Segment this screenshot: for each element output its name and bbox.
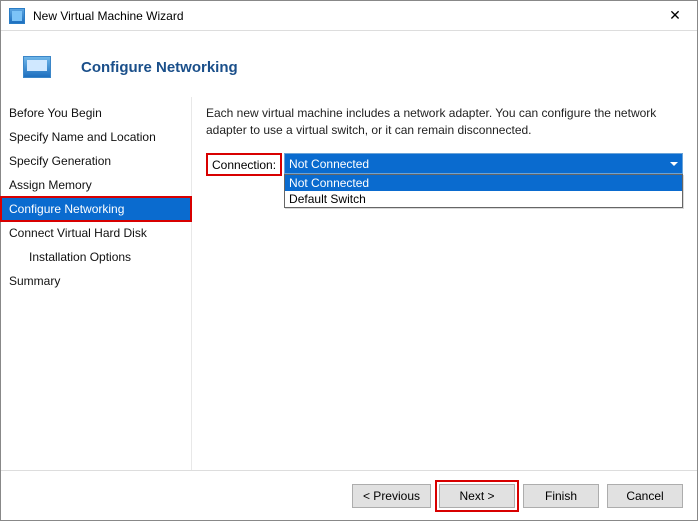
step-label: Assign Memory	[9, 178, 92, 192]
page-title: Configure Networking	[81, 59, 238, 76]
connection-label: Connection:	[206, 153, 282, 176]
previous-button[interactable]: < Previous	[352, 484, 431, 508]
wizard-icon	[9, 8, 25, 24]
step-before-you-begin[interactable]: Before You Begin	[1, 101, 191, 125]
close-button[interactable]: ✕	[653, 1, 697, 31]
window-title: New Virtual Machine Wizard	[33, 9, 653, 23]
button-label: < Previous	[363, 489, 420, 503]
finish-button[interactable]: Finish	[523, 484, 599, 508]
step-configure-networking[interactable]: Configure Networking	[1, 197, 191, 221]
body: Before You Begin Specify Name and Locati…	[1, 97, 697, 470]
next-button[interactable]: Next >	[439, 484, 515, 508]
connection-row: Connection: Not Connected Not Connected …	[206, 153, 683, 176]
connection-combo-wrap: Not Connected Not Connected Default Swit…	[284, 153, 683, 174]
cancel-button[interactable]: Cancel	[607, 484, 683, 508]
dropdown-option-default-switch[interactable]: Default Switch	[285, 191, 682, 207]
button-label: Next >	[459, 489, 494, 503]
header: Configure Networking	[1, 31, 697, 97]
step-label: Before You Begin	[9, 106, 102, 120]
step-installation-options[interactable]: Installation Options	[1, 245, 191, 269]
connection-combobox[interactable]: Not Connected	[284, 153, 683, 174]
button-label: Finish	[545, 489, 577, 503]
footer: < Previous Next > Finish Cancel	[1, 470, 697, 520]
close-icon: ✕	[669, 7, 681, 24]
button-label: Cancel	[626, 489, 663, 503]
option-label: Default Switch	[289, 192, 366, 206]
step-label: Installation Options	[29, 250, 131, 264]
monitor-icon	[23, 56, 51, 78]
step-summary[interactable]: Summary	[1, 269, 191, 293]
step-label: Specify Generation	[9, 154, 111, 168]
dropdown-option-not-connected[interactable]: Not Connected	[285, 175, 682, 191]
step-connect-vhd[interactable]: Connect Virtual Hard Disk	[1, 221, 191, 245]
connection-dropdown: Not Connected Default Switch	[284, 174, 683, 208]
step-label: Connect Virtual Hard Disk	[9, 226, 147, 240]
titlebar: New Virtual Machine Wizard ✕	[1, 1, 697, 31]
step-specify-name-location[interactable]: Specify Name and Location	[1, 125, 191, 149]
main-pane: Each new virtual machine includes a netw…	[192, 97, 697, 470]
wizard-steps: Before You Begin Specify Name and Locati…	[1, 97, 192, 470]
step-label: Specify Name and Location	[9, 130, 156, 144]
step-label: Configure Networking	[9, 202, 124, 216]
option-label: Not Connected	[289, 176, 369, 190]
step-label: Summary	[9, 274, 60, 288]
step-specify-generation[interactable]: Specify Generation	[1, 149, 191, 173]
description-text: Each new virtual machine includes a netw…	[206, 105, 683, 139]
chevron-down-icon	[670, 162, 678, 166]
step-assign-memory[interactable]: Assign Memory	[1, 173, 191, 197]
connection-selected-value: Not Connected	[289, 157, 369, 171]
